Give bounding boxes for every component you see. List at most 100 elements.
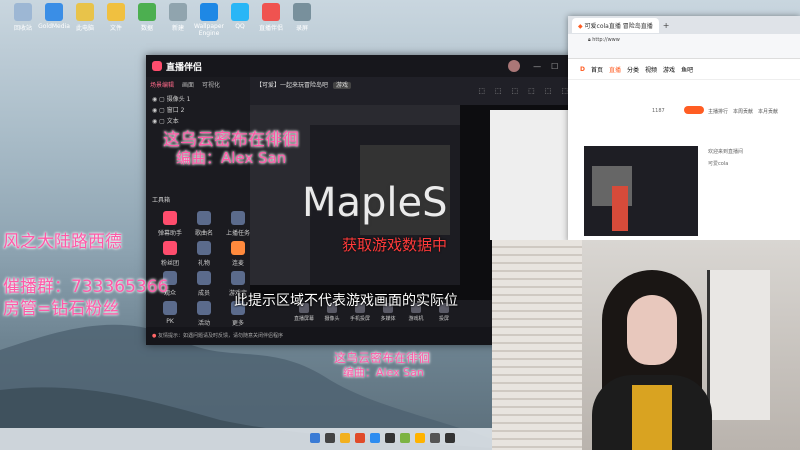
avatar[interactable]: [508, 60, 521, 72]
scene-list: ◉ ▢ 摄像头 1 ◉ ▢ 窗口 2 ◉ ▢ 文本: [146, 92, 250, 129]
taskbar-app-icon[interactable]: [445, 433, 455, 443]
taskbar-app-icon[interactable]: [325, 433, 335, 443]
desktop-icon-label: Wallpaper Engine: [193, 23, 224, 37]
app-icon: [14, 3, 32, 21]
region-name: 风之大陆路西德: [3, 232, 122, 252]
tab-visual[interactable]: 可视化: [202, 80, 220, 89]
desktop-icon-label: 新建: [171, 25, 184, 32]
desktop-icon-label: 回收站: [13, 25, 32, 32]
source-label: 游戏机: [408, 316, 424, 322]
chat-list: 欢迎来到直播间 可爱cola: [708, 146, 798, 170]
new-tab-icon[interactable]: +: [663, 21, 670, 30]
scene-item[interactable]: ◉ ▢ 窗口 2: [152, 105, 244, 116]
taskbar-app-icon[interactable]: [355, 433, 365, 443]
app-icon: [200, 3, 218, 21]
scene-item[interactable]: ◉ ▢ 摄像头 1: [152, 94, 244, 105]
nav-home[interactable]: 首页: [591, 65, 603, 74]
source-label: 多媒体: [380, 316, 396, 322]
taskbar-app-icon[interactable]: [430, 433, 440, 443]
site-logo-icon: D: [580, 65, 585, 73]
desktop-icon[interactable]: 文件: [99, 3, 133, 32]
taskbar-app-icon[interactable]: [385, 433, 395, 443]
song1-composer: 编曲：Alex San: [176, 149, 287, 167]
nav-category[interactable]: 分类: [627, 65, 639, 74]
app-icon: [107, 3, 125, 21]
browser-titlebar: ◆ 可爱cola直播 冒险岛直播 +: [568, 16, 800, 34]
tab-canvas[interactable]: 画面: [182, 80, 194, 89]
taskbar-app-icon[interactable]: [370, 433, 380, 443]
app-icon: [231, 3, 249, 21]
chat-item: 可爱cola: [708, 161, 729, 167]
window-blind: [492, 240, 582, 450]
desktop-icon[interactable]: 数据: [130, 3, 164, 32]
follow-count: 1187: [652, 108, 665, 114]
tab-week-contrib[interactable]: 本周贡献: [733, 108, 753, 115]
desktop-icon-label: QQ: [235, 23, 245, 30]
desktop-icon[interactable]: 录屏: [285, 3, 319, 32]
douyu-logo-icon: ◆: [578, 22, 583, 30]
taskbar-app-icon[interactable]: [340, 433, 350, 443]
desktop-icon[interactable]: QQ: [223, 3, 257, 30]
desktop-icon[interactable]: 直播伴侣: [254, 3, 288, 32]
stream-category-badge: 游戏: [332, 82, 351, 89]
nav-live[interactable]: 直播: [609, 65, 621, 74]
tool-label: 连麦: [231, 260, 244, 267]
browser-tab[interactable]: ◆ 可爱cola直播 冒险岛直播: [572, 17, 659, 33]
tool-label: 礼物: [197, 260, 210, 267]
desktop-icon-label: 直播伴侣: [258, 25, 283, 32]
nav-video[interactable]: 视频: [645, 65, 657, 74]
stream-toolbar-icons: ⬚⬚⬚⬚⬚⬚: [478, 87, 578, 95]
browser-window: ◆ 可爱cola直播 冒险岛直播 + 🔒︎ http://www D 首页 直播…: [568, 16, 800, 242]
taskbar-app-icon[interactable]: [415, 433, 425, 443]
desktop-icon[interactable]: 此电脑: [68, 3, 102, 32]
desktop-icon[interactable]: GoldMedia: [37, 3, 71, 30]
taskbar-app-icon[interactable]: [310, 433, 320, 443]
desktop-icon[interactable]: 新建: [161, 3, 195, 32]
room-header: 1187: [584, 104, 704, 132]
desktop-icon-label: 数据: [140, 25, 153, 32]
maple-overlay: MapleS: [302, 180, 448, 226]
tools-header: 工具箱: [152, 197, 171, 204]
minimize-icon[interactable]: —: [533, 62, 541, 71]
room-admin: 房管=钻石粉丝: [3, 299, 120, 319]
tool-label: 歌曲名: [194, 230, 213, 237]
address-bar[interactable]: 🔒︎ http://www: [568, 34, 800, 48]
site-nav: D 首页 直播 分类 视频 游戏 鱼吧: [568, 59, 800, 80]
tool-label: 上播任务: [225, 230, 250, 237]
desktop-icon-label: GoldMedia: [38, 23, 70, 30]
app-icon: [138, 3, 156, 21]
tab-month-contrib[interactable]: 本月贡献: [758, 108, 778, 115]
stream-header: 【可爱】一起来玩冒险岛吧 游戏 ⬚⬚⬚⬚⬚⬚: [250, 77, 586, 105]
taskbar-app-icon[interactable]: [400, 433, 410, 443]
tool-icon: [197, 271, 211, 285]
tool-label: 更多: [231, 320, 244, 327]
tool-label: 粉丝团: [160, 260, 179, 267]
desktop-icon[interactable]: 回收站: [6, 3, 40, 32]
tool-icon: [163, 241, 177, 255]
tool-icon: [197, 301, 211, 315]
app-icon: [45, 3, 63, 21]
tab-streamer-rank[interactable]: 主播排行: [708, 108, 728, 115]
nav-game[interactable]: 游戏: [663, 65, 675, 74]
webcam-feed: [492, 240, 800, 450]
app-logo: 直播伴侣: [166, 62, 203, 73]
nav-fishbar[interactable]: 鱼吧: [681, 65, 693, 74]
app-titlebar: 直播伴侣 — ☐ ✕: [146, 55, 586, 77]
maximize-icon[interactable]: ☐: [551, 62, 558, 71]
tool-label: 弹幕助手: [157, 230, 182, 237]
tab-scene-edit[interactable]: 场景编辑: [150, 80, 174, 89]
tool-label: 成员: [197, 290, 210, 297]
follow-button[interactable]: [684, 106, 704, 114]
stream-title: 【可爱】一起来玩冒险岛吧: [256, 82, 329, 89]
app-icon: [262, 3, 280, 21]
tool-icon: [197, 211, 211, 225]
shelf: [707, 270, 770, 420]
desktop-icon[interactable]: Wallpaper Engine: [192, 3, 226, 37]
desktop-icon-label: 录屏: [295, 25, 308, 32]
tool-icon: [231, 271, 245, 285]
streamer-shirt: [632, 385, 672, 450]
tool-icon: [231, 241, 245, 255]
chat-item: 欢迎来到直播间: [708, 149, 744, 155]
source-label: 直播屏幕: [293, 316, 314, 322]
room-player: [584, 146, 698, 236]
